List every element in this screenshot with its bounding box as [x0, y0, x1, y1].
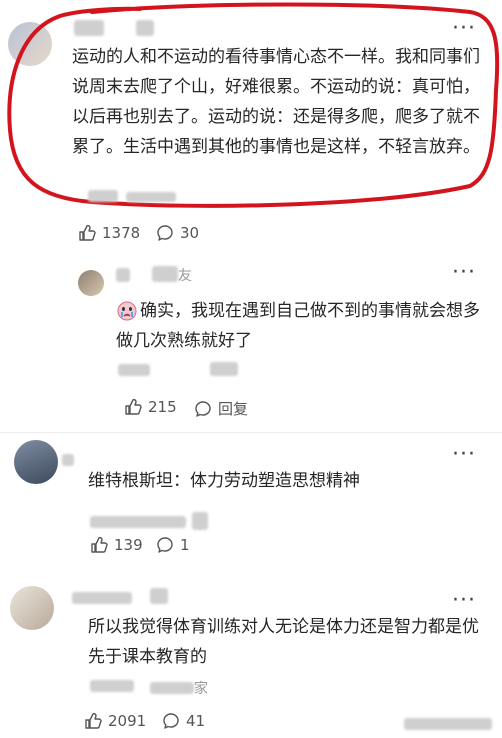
comment-text: 所以我觉得体育训练对人无论是体力还是智力都是优先于课本教育的 — [88, 617, 479, 667]
more-dots-icon[interactable]: ··· — [452, 262, 476, 284]
comment-text: 维特根斯坦：体力劳动塑造思想精神 — [88, 471, 360, 491]
reply-count: 41 — [186, 712, 206, 730]
time-location — [126, 192, 176, 202]
reply-count: 30 — [180, 224, 200, 242]
avatar[interactable] — [78, 270, 104, 296]
username — [62, 454, 74, 466]
like-button[interactable]: 215 — [124, 398, 177, 416]
time-location — [210, 362, 238, 376]
thumbs-up-icon — [90, 536, 108, 554]
comment-bubble-icon — [162, 712, 180, 730]
username — [152, 266, 178, 282]
username — [150, 588, 168, 604]
username-suffix: 友 — [178, 268, 192, 284]
thumbs-up-icon — [124, 398, 142, 416]
reply-label: 回复 — [218, 400, 249, 418]
avatar[interactable] — [14, 440, 58, 484]
comment-bubble-icon — [156, 536, 174, 554]
comment-button[interactable]: 41 — [162, 712, 205, 730]
username-suffix: 家 — [194, 681, 208, 697]
time-location — [88, 190, 118, 202]
like-count: 215 — [148, 398, 177, 416]
reply-text: 确实，我现在遇到自己做不到的事情就会想多做几次熟练就好了 — [116, 301, 480, 351]
time-location — [90, 516, 186, 528]
like-count: 139 — [114, 536, 143, 554]
comment-button[interactable]: 1 — [156, 536, 190, 554]
comment-button[interactable]: 30 — [156, 224, 199, 242]
thumbs-up-icon — [78, 224, 96, 242]
like-count: 2091 — [108, 712, 147, 730]
time-location — [90, 680, 134, 692]
reply-count: 1 — [180, 536, 190, 554]
avatar[interactable] — [10, 586, 54, 630]
watermark — [404, 718, 492, 730]
comment-bubble-icon — [156, 224, 174, 242]
like-button[interactable]: 2091 — [84, 712, 146, 730]
like-button[interactable]: 1378 — [78, 224, 140, 242]
time-location — [192, 512, 208, 530]
more-dots-icon[interactable]: ··· — [452, 590, 476, 612]
time-location — [150, 682, 194, 694]
more-dots-icon[interactable]: ··· — [452, 444, 476, 466]
reply-button[interactable]: 回复 — [194, 398, 248, 419]
username — [72, 592, 132, 604]
divider — [0, 432, 502, 433]
username[interactable] — [116, 268, 130, 282]
comment-bubble-icon — [194, 400, 212, 418]
like-count: 1378 — [102, 224, 141, 242]
highlight-circle — [7, 2, 500, 208]
time-location — [118, 364, 150, 376]
thumbs-up-icon — [84, 712, 102, 730]
like-button[interactable]: 139 — [90, 536, 143, 554]
